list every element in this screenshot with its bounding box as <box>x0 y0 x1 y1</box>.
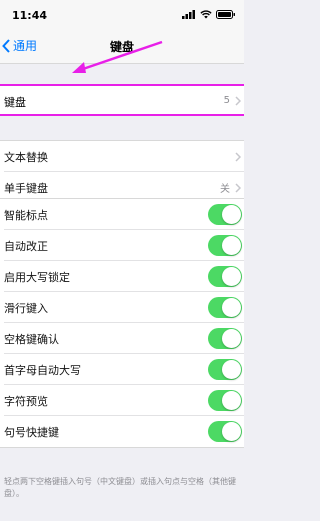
signal-icon <box>182 10 195 19</box>
row-value: 关 <box>220 184 230 195</box>
toggle-knob <box>222 391 241 410</box>
chevron-right-icon <box>235 152 241 162</box>
toggle-knob <box>222 236 241 255</box>
toggle-row-character-preview: 字符预览 <box>0 385 244 416</box>
toggle-row-slide-to-type: 滑行键入 <box>0 292 244 323</box>
toggle-switch[interactable] <box>208 328 242 349</box>
row-label: 空格键确认 <box>4 332 59 346</box>
chevron-right-icon <box>235 96 241 106</box>
toggle-switch[interactable] <box>208 266 242 287</box>
toggle-switch[interactable] <box>208 390 242 411</box>
status-bar: 11:44 <box>0 0 244 28</box>
row-label: 文本替换 <box>4 150 48 164</box>
toggle-row-space-confirm: 空格键确认 <box>0 323 244 354</box>
chevron-right-icon <box>235 183 241 193</box>
toggle-switch[interactable] <box>208 421 242 442</box>
row-label: 滑行键入 <box>4 301 48 315</box>
toggle-knob <box>222 205 241 224</box>
keyboards-count: 5 <box>223 95 230 106</box>
row-label: 首字母自动大写 <box>4 363 81 377</box>
toggle-switch[interactable] <box>208 204 242 225</box>
settings-group-1: 文本替换 单手键盘 关 <box>0 140 244 204</box>
toggle-row-smart-punctuation: 智能标点 <box>0 199 244 230</box>
row-label: 智能标点 <box>4 208 48 222</box>
row-label: 单手键盘 <box>4 181 48 195</box>
footer-note: 轻点两下空格键插入句号（中文键盘）或插入句点与空格（其他键盘）。 <box>4 477 236 498</box>
toggle-knob <box>222 329 241 348</box>
row-label: 自动改正 <box>4 239 48 253</box>
toggle-switch[interactable] <box>208 297 242 318</box>
toggle-knob <box>222 422 241 441</box>
toggle-row-period-shortcut: 句号快捷键 <box>0 416 244 447</box>
keyboards-label: 键盘 <box>4 96 26 109</box>
text-replacement-row[interactable]: 文本替换 <box>0 141 244 172</box>
settings-group-toggles: 智能标点 自动改正 启用大写锁定 滑行键入 空格键确认 首字母自动大写 字符预览… <box>0 198 244 448</box>
toggle-row-caps-lock: 启用大写锁定 <box>0 261 244 292</box>
status-icons <box>182 10 236 19</box>
toggle-switch[interactable] <box>208 235 242 256</box>
row-label: 字符预览 <box>4 394 48 408</box>
status-time: 11:44 <box>12 9 48 22</box>
toggle-switch[interactable] <box>208 359 242 380</box>
keyboards-row[interactable]: 键盘 5 <box>0 84 244 116</box>
row-label: 启用大写锁定 <box>4 270 70 284</box>
wifi-icon <box>200 10 212 19</box>
row-label: 句号快捷键 <box>4 425 59 439</box>
toggle-knob <box>222 360 241 379</box>
toggle-row-auto-capitalization: 首字母自动大写 <box>0 354 244 385</box>
toggle-row-auto-correction: 自动改正 <box>0 230 244 261</box>
battery-icon <box>216 10 235 19</box>
toggle-knob <box>222 298 241 317</box>
annotation-arrow <box>72 40 163 73</box>
toggle-knob <box>222 267 241 286</box>
